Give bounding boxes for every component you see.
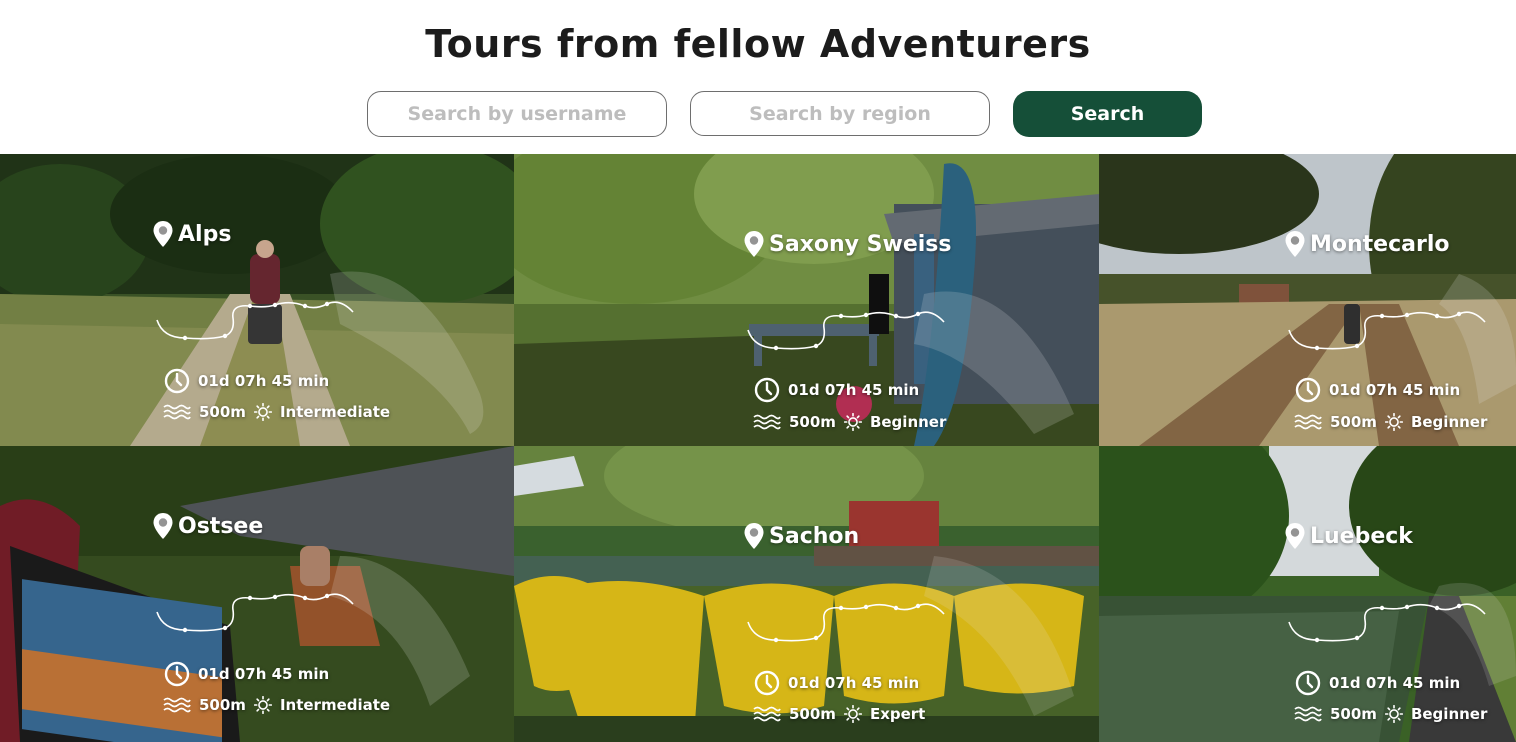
tour-title: Alps bbox=[178, 221, 232, 247]
map-pin-icon bbox=[1284, 522, 1306, 550]
tour-difficulty: Beginner bbox=[1410, 705, 1488, 723]
tour-difficulty: Beginner bbox=[869, 413, 947, 431]
clock-icon bbox=[164, 661, 190, 687]
stats-row: 500m Intermediate bbox=[163, 402, 390, 422]
clock-icon bbox=[1295, 670, 1321, 696]
tour-difficulty: Intermediate bbox=[279, 403, 391, 421]
tour-elevation: 500m bbox=[789, 705, 836, 723]
duration-row: 01d 07h 45 min bbox=[164, 661, 329, 687]
duration-row: 01d 07h 45 min bbox=[754, 670, 919, 696]
duration-row: 01d 07h 45 min bbox=[1295, 377, 1460, 403]
tour-elevation: 500m bbox=[789, 413, 836, 431]
stats-row: 500m Expert bbox=[753, 704, 925, 724]
tour-elevation: 500m bbox=[1330, 413, 1377, 431]
tour-title: Luebeck bbox=[1310, 523, 1413, 549]
tour-card-sachon[interactable]: Sachon 01d 07h 45 min 500m Expert bbox=[514, 446, 1099, 742]
tour-elevation: 500m bbox=[199, 696, 246, 714]
route-path bbox=[1287, 300, 1487, 360]
clock-icon bbox=[754, 377, 780, 403]
tour-title: Montecarlo bbox=[1310, 231, 1450, 257]
route-path bbox=[1287, 592, 1487, 652]
stats-row: 500m Intermediate bbox=[163, 695, 390, 715]
search-button[interactable]: Search bbox=[1013, 91, 1202, 137]
waves-icon bbox=[163, 695, 191, 715]
tour-difficulty: Beginner bbox=[1410, 413, 1488, 431]
tour-card-luebeck[interactable]: Luebeck 01d 07h 45 min 500m Beginner bbox=[1099, 446, 1516, 742]
clock-icon bbox=[754, 670, 780, 696]
stats-row: 500m Beginner bbox=[753, 412, 946, 432]
clock-icon bbox=[164, 368, 190, 394]
map-pin-icon bbox=[1284, 230, 1306, 258]
sun-icon bbox=[844, 413, 862, 431]
tour-elevation: 500m bbox=[199, 403, 246, 421]
waves-icon bbox=[163, 402, 191, 422]
tour-card-saxony-sweiss[interactable]: Saxony Sweiss 01d 07h 45 min 500m Beginn… bbox=[514, 154, 1099, 446]
tour-location: Ostsee bbox=[152, 512, 263, 540]
tour-duration: 01d 07h 45 min bbox=[198, 372, 330, 390]
sun-icon bbox=[844, 705, 862, 723]
sun-icon bbox=[254, 696, 272, 714]
page-title: Tours from fellow Adventurers bbox=[425, 22, 1091, 66]
clock-icon bbox=[1295, 377, 1321, 403]
route-path bbox=[155, 582, 355, 642]
tour-duration: 01d 07h 45 min bbox=[1329, 674, 1461, 692]
duration-row: 01d 07h 45 min bbox=[754, 377, 919, 403]
waves-icon bbox=[753, 412, 781, 432]
tour-title: Saxony Sweiss bbox=[769, 231, 952, 257]
stats-row: 500m Beginner bbox=[1294, 412, 1487, 432]
route-path bbox=[155, 290, 355, 350]
tour-card-alps[interactable]: Alps 01d 07h 45 min 500m Intermediate bbox=[0, 154, 514, 446]
map-pin-icon bbox=[152, 512, 174, 540]
username-search-input[interactable] bbox=[367, 91, 667, 137]
search-bar: Search bbox=[0, 91, 1516, 137]
tour-location: Sachon bbox=[743, 522, 859, 550]
tour-elevation: 500m bbox=[1330, 705, 1377, 723]
route-path bbox=[746, 592, 946, 652]
tour-location: Saxony Sweiss bbox=[743, 230, 951, 258]
waves-icon bbox=[753, 704, 781, 724]
tour-location: Luebeck bbox=[1284, 522, 1413, 550]
tour-difficulty: Expert bbox=[869, 705, 926, 723]
tour-location: Montecarlo bbox=[1284, 230, 1450, 258]
tour-title: Sachon bbox=[769, 523, 860, 549]
map-pin-icon bbox=[743, 522, 765, 550]
map-pin-icon bbox=[743, 230, 765, 258]
tour-duration: 01d 07h 45 min bbox=[198, 665, 330, 683]
route-path bbox=[746, 300, 946, 360]
tour-duration: 01d 07h 45 min bbox=[788, 381, 920, 399]
tour-duration: 01d 07h 45 min bbox=[788, 674, 920, 692]
tour-duration: 01d 07h 45 min bbox=[1329, 381, 1461, 399]
tour-difficulty: Intermediate bbox=[279, 696, 391, 714]
map-pin-icon bbox=[152, 220, 174, 248]
waves-icon bbox=[1294, 412, 1322, 432]
tour-location: Alps bbox=[152, 220, 231, 248]
stats-row: 500m Beginner bbox=[1294, 704, 1487, 724]
duration-row: 01d 07h 45 min bbox=[164, 368, 329, 394]
sun-icon bbox=[1385, 705, 1403, 723]
tour-title: Ostsee bbox=[178, 513, 264, 539]
tour-grid: Alps 01d 07h 45 min 500m Intermediate Sa… bbox=[0, 154, 1516, 742]
sun-icon bbox=[1385, 413, 1403, 431]
tour-card-montecarlo[interactable]: Montecarlo 01d 07h 45 min 500m Beginner bbox=[1099, 154, 1516, 446]
tour-card-ostsee[interactable]: Ostsee 01d 07h 45 min 500m Intermediate bbox=[0, 446, 514, 742]
sun-icon bbox=[254, 403, 272, 421]
waves-icon bbox=[1294, 704, 1322, 724]
region-search-input[interactable] bbox=[690, 91, 990, 136]
duration-row: 01d 07h 45 min bbox=[1295, 670, 1460, 696]
